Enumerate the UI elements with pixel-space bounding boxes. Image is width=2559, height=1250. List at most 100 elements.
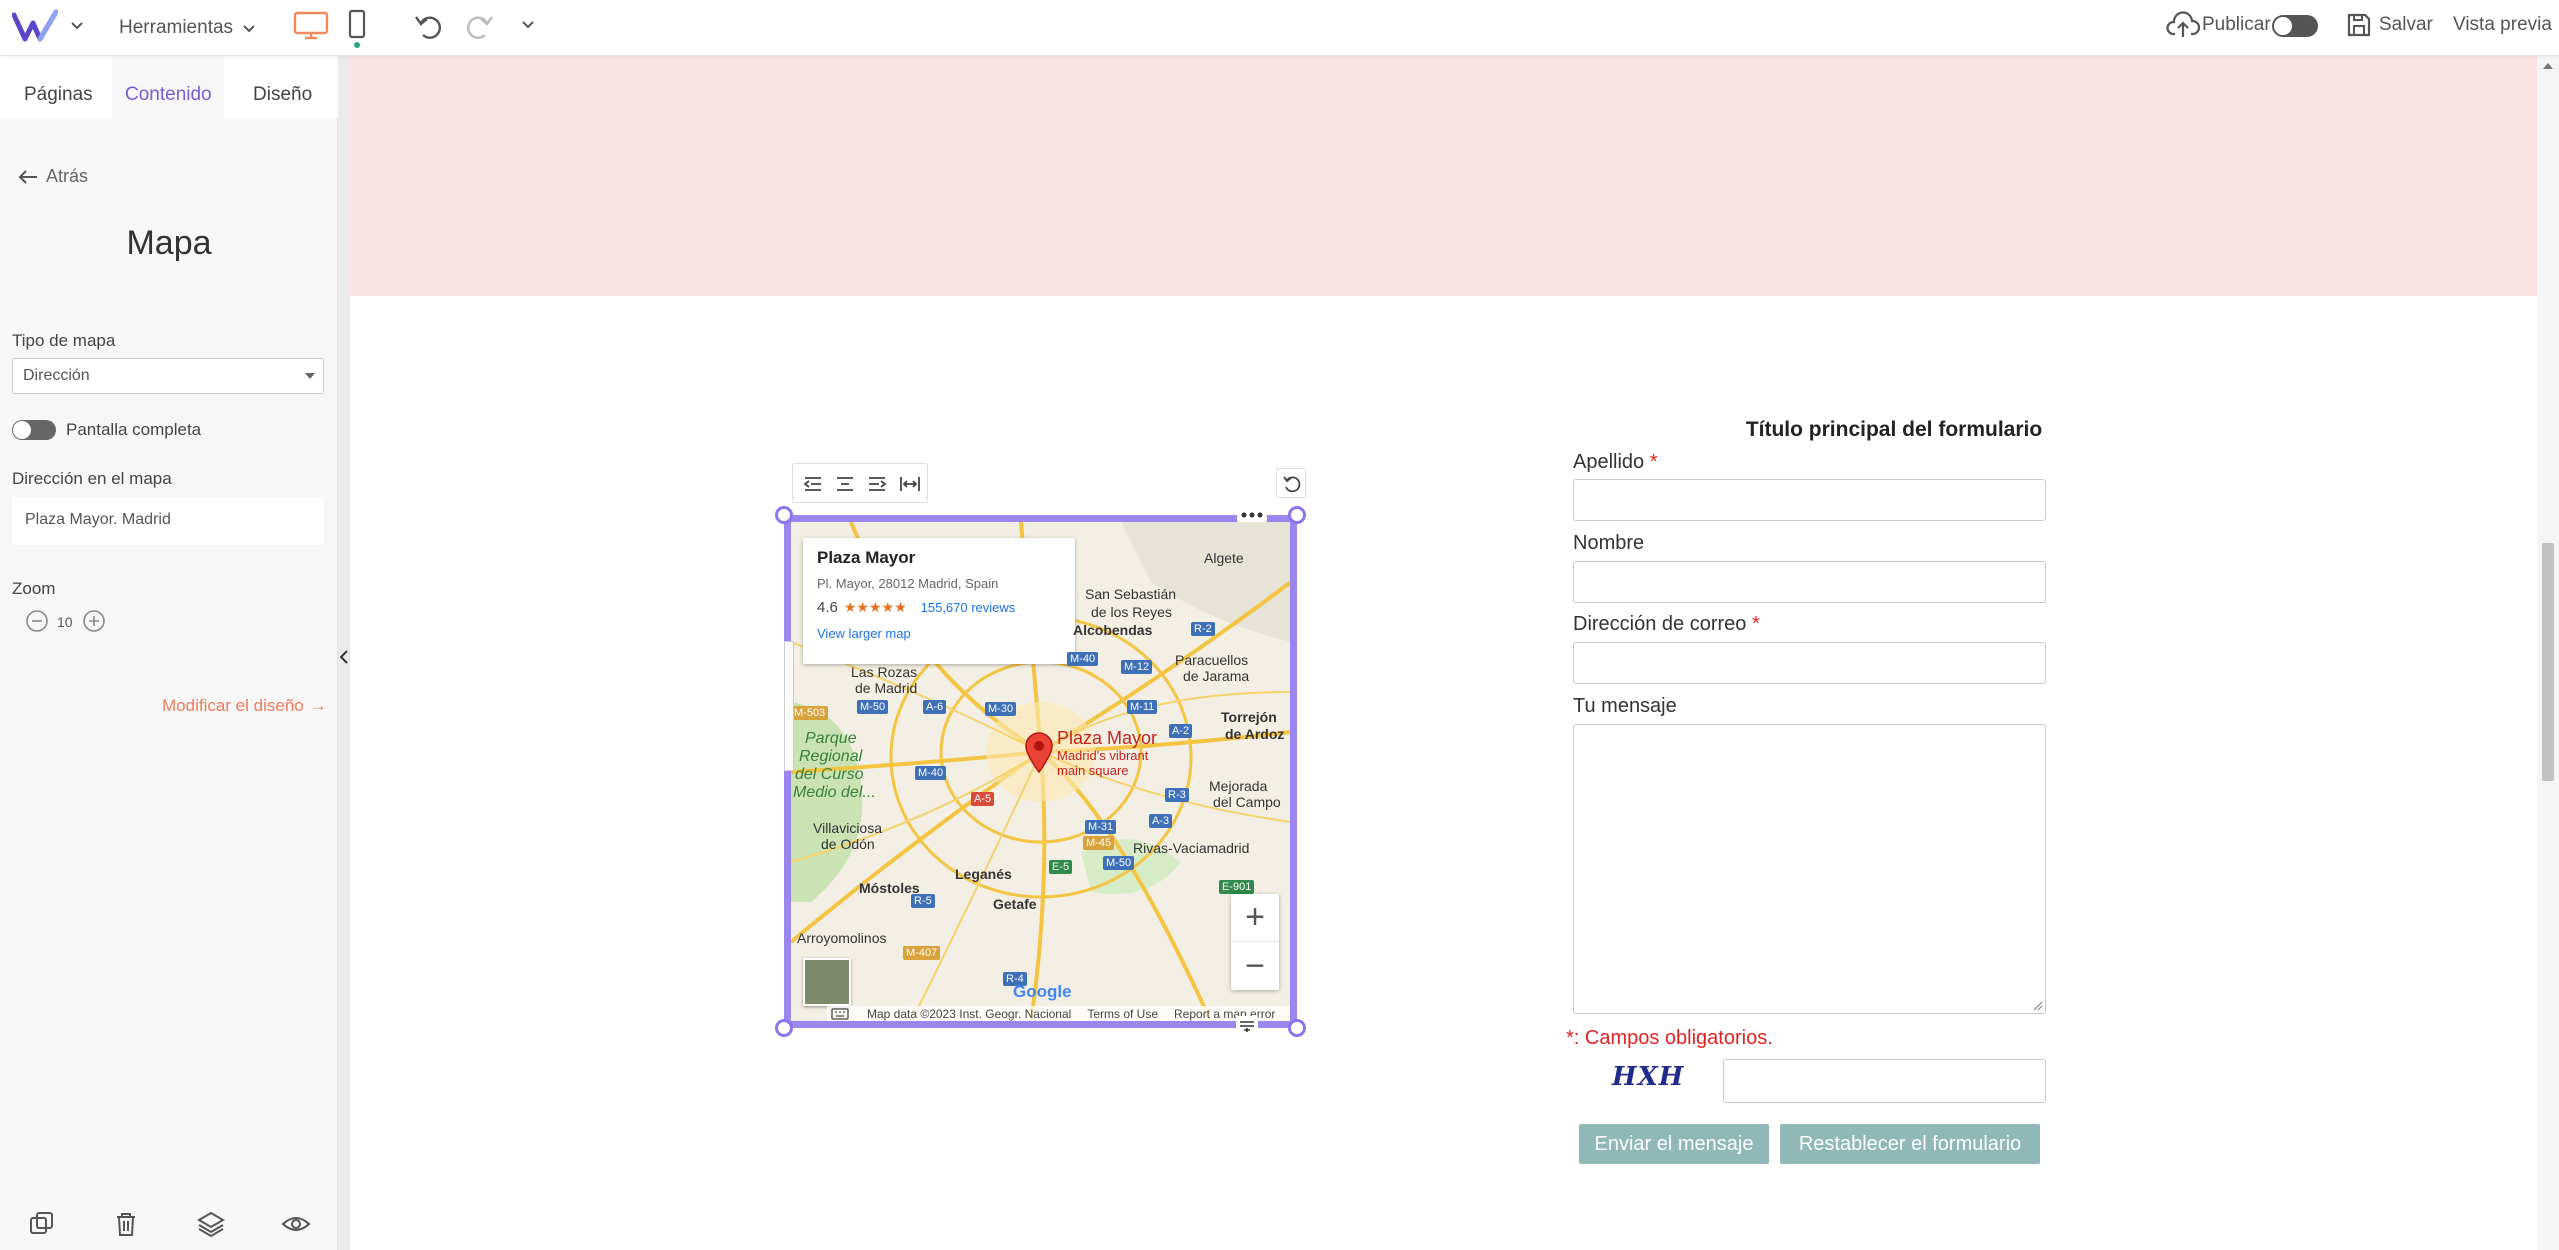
send-message-button[interactable]: Enviar el mensaje — [1579, 1124, 1769, 1164]
map-city-label: de los Reyes — [1091, 604, 1172, 620]
message-textarea[interactable] — [1573, 724, 2046, 1014]
larger-map-link[interactable]: View larger map — [817, 626, 1061, 641]
map-city-label: Rivas-Vaciamadrid — [1133, 840, 1250, 856]
map-type-label: Tipo de mapa — [12, 331, 116, 350]
stretch-width-icon[interactable] — [899, 474, 921, 494]
preview-button[interactable]: Vista previa — [2453, 14, 2552, 36]
align-center-icon[interactable] — [835, 474, 855, 494]
plus-circle-icon — [83, 610, 105, 632]
surname-label-text: Apellido — [1573, 451, 1645, 473]
sidebar-tabs: Páginas Contenido Diseño — [0, 56, 338, 118]
map-city-label: de Ardoz — [1225, 726, 1285, 742]
pink-section — [350, 56, 2537, 296]
arrow-left-icon — [18, 169, 37, 184]
place-address: Pl. Mayor, 28012 Madrid, Spain — [817, 576, 999, 591]
visibility-button[interactable] — [281, 1210, 311, 1238]
zoom-decrease-button[interactable] — [25, 609, 49, 633]
satellite-toggle-thumbnail[interactable] — [803, 958, 851, 1006]
address-input[interactable]: Plaza Mayor. Madrid — [12, 497, 324, 545]
reviews-link[interactable]: 155,670 reviews — [921, 600, 1016, 615]
resize-grip-icon[interactable] — [2033, 1001, 2043, 1011]
map-zoom-in-button[interactable]: + — [1231, 894, 1279, 942]
desktop-view-button[interactable] — [293, 11, 329, 41]
map-park-label: del Curso — [795, 766, 864, 783]
road-shield: M-40 — [1067, 652, 1099, 666]
logo[interactable] — [11, 9, 59, 45]
road-shield: M-503 — [791, 706, 829, 720]
publish-label[interactable]: Publicar — [2202, 14, 2271, 36]
reset-map-button[interactable] — [1276, 468, 1306, 498]
align-right-icon[interactable] — [867, 474, 887, 494]
tab-content[interactable]: Contenido — [125, 84, 212, 106]
email-field[interactable] — [1573, 642, 2046, 684]
tab-pages[interactable]: Páginas — [24, 84, 93, 106]
redo-icon — [466, 16, 493, 39]
email-label: Dirección de correo * — [1573, 613, 1760, 636]
save-button[interactable]: Salvar — [2379, 14, 2433, 36]
resize-handle-bottom-left[interactable] — [775, 1019, 793, 1037]
fullscreen-toggle[interactable] — [12, 420, 56, 440]
drag-handle-side[interactable] — [784, 641, 794, 771]
canvas-scrollbar[interactable] — [2537, 56, 2559, 1250]
alignment-toolbar — [792, 463, 928, 503]
align-left-icon[interactable] — [803, 474, 823, 494]
address-label: Dirección en el mapa — [12, 469, 172, 488]
map-type-select[interactable]: Dirección — [12, 358, 324, 394]
more-options-button[interactable] — [1237, 508, 1267, 522]
logo-dropdown-chevron-icon[interactable] — [68, 16, 86, 34]
captcha-input[interactable] — [1723, 1059, 2046, 1103]
map-data-text: Map data ©2023 Inst. Geogr. Nacional — [867, 1007, 1072, 1021]
scrollbar-thumb[interactable] — [2542, 543, 2554, 781]
layers-button[interactable] — [197, 1210, 225, 1238]
map-city-label: de Madrid — [855, 680, 918, 696]
resize-handle-top-right[interactable] — [1288, 506, 1306, 524]
publish-cloud-icon[interactable] — [2166, 10, 2201, 40]
map-city-label: Arroyomolinos — [797, 930, 887, 946]
reset-form-button[interactable]: Restablecer el formulario — [1780, 1124, 2040, 1164]
mobile-view-button[interactable] — [347, 9, 367, 49]
map-city-label: San Sebastián — [1085, 586, 1177, 602]
rotate-icon — [1283, 476, 1301, 493]
map-city-label: Leganés — [955, 866, 1012, 882]
zoom-value: 10 — [57, 614, 73, 630]
tab-design[interactable]: Diseño — [253, 84, 312, 106]
map-city-label: Algete — [1204, 550, 1244, 566]
save-icon[interactable] — [2346, 12, 2372, 38]
mobile-icon — [348, 9, 366, 48]
back-link[interactable]: Atrás — [18, 166, 88, 187]
form-title: Título principal del formulario — [1745, 418, 2043, 441]
delete-button[interactable] — [112, 1210, 140, 1238]
modify-design-link[interactable]: Modificar el diseño → — [162, 696, 327, 716]
desktop-icon — [293, 11, 329, 40]
email-label-text: Dirección de correo — [1573, 613, 1747, 635]
terms-link[interactable]: Terms of Use — [1087, 1007, 1158, 1021]
page-canvas: Plaza Mayor Pl. Mayor, 28012 Madrid, Spa… — [350, 56, 2537, 1250]
resize-handle-top-left[interactable] — [775, 506, 793, 524]
redo-button[interactable] — [463, 11, 495, 41]
duplicate-button[interactable] — [28, 1210, 56, 1238]
road-shield: R-2 — [1191, 622, 1215, 636]
scroll-up-arrow-icon[interactable] — [2543, 62, 2553, 70]
duplicate-icon — [30, 1212, 53, 1234]
history-dropdown-button[interactable] — [519, 15, 537, 33]
map-city-label: Torrejón — [1221, 709, 1277, 725]
zoom-increase-button[interactable] — [82, 609, 106, 633]
surname-field[interactable] — [1573, 479, 2046, 521]
tools-menu[interactable]: Herramientas — [119, 14, 257, 42]
publish-toggle[interactable] — [2272, 15, 2318, 37]
filter-adjust-button[interactable] — [1236, 1016, 1258, 1036]
fullscreen-label: Pantalla completa — [66, 420, 202, 439]
resize-handle-bottom-right[interactable] — [1288, 1019, 1306, 1037]
road-shield: M-45 — [1083, 836, 1115, 850]
keyboard-icon[interactable] — [831, 1008, 849, 1020]
name-field[interactable] — [1573, 561, 2046, 603]
map-city-label: de Odón — [821, 836, 875, 852]
report-error-link[interactable]: Report a map error — [1174, 1007, 1275, 1021]
undo-button[interactable] — [413, 11, 445, 41]
map-pin-icon[interactable] — [1024, 731, 1054, 773]
map-city-label: Mejorada — [1209, 778, 1268, 794]
map-element[interactable]: Plaza Mayor Pl. Mayor, 28012 Madrid, Spa… — [784, 515, 1297, 1028]
road-shield: M-407 — [903, 946, 941, 960]
sidebar-collapse-rail[interactable] — [338, 56, 350, 1250]
map-zoom-out-button[interactable]: − — [1231, 942, 1279, 990]
